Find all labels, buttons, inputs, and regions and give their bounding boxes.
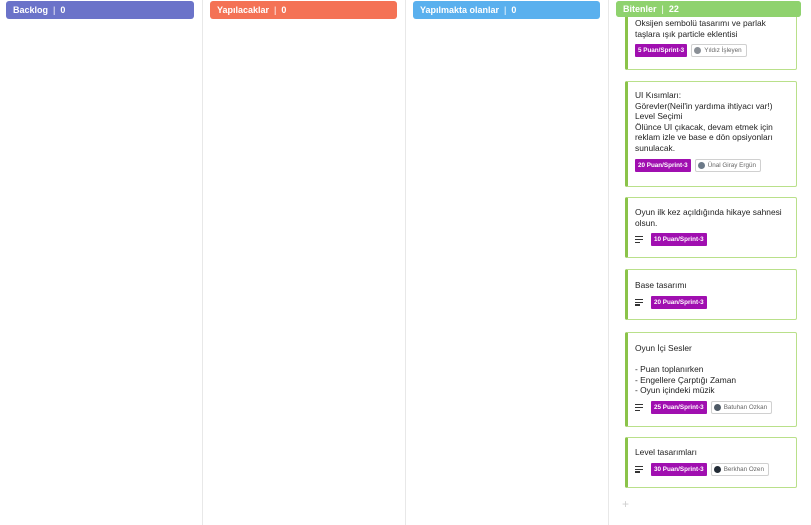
column-header-todo[interactable]: Yapılacaklar | 0 bbox=[210, 1, 397, 19]
avatar bbox=[697, 161, 705, 169]
task-card[interactable]: Oyun İçi Sesler - Puan toplanırken - Eng… bbox=[625, 332, 797, 427]
avatar bbox=[713, 403, 721, 411]
column-count: 0 bbox=[511, 5, 517, 15]
assignee-name: Berkhan Ozen bbox=[723, 465, 764, 473]
card-title: Oyun ilk kez açıldığında hikaye sahnesi … bbox=[635, 207, 782, 228]
task-card[interactable]: UI Kısımları: Görevler(Neil'in yardıma i… bbox=[625, 81, 797, 187]
points-badge: 10 Puan/Sprint-3 bbox=[651, 233, 707, 247]
points-badge: 25 Puan/Sprint-3 bbox=[651, 400, 707, 414]
card-title: Level tasarımları bbox=[635, 447, 697, 457]
points-badge: 5 Puan/Sprint-3 bbox=[635, 44, 688, 58]
assignee-chip[interactable]: Ünal Giray Ergün bbox=[694, 158, 761, 172]
column-title: Yapılacaklar bbox=[217, 5, 270, 15]
card-title: Base tasarımı bbox=[635, 280, 687, 290]
add-card-plus-icon[interactable]: + bbox=[622, 498, 629, 510]
description-icon bbox=[635, 298, 645, 307]
column-divider bbox=[608, 0, 609, 525]
assignee-name: Ünal Giray Ergün bbox=[707, 161, 756, 169]
assignee-name: Yıldız İşleyen bbox=[704, 47, 742, 55]
assignee-chip[interactable]: Berkhan Ozen bbox=[710, 462, 769, 476]
assignee-chip[interactable]: Yıldız İşleyen bbox=[691, 44, 747, 58]
assignee-chip[interactable]: Batuhan Ozkan bbox=[710, 400, 773, 414]
column-count: 22 bbox=[668, 4, 679, 14]
avatar bbox=[694, 47, 702, 55]
description-icon bbox=[635, 465, 645, 474]
column-title: Yapılmakta olanlar bbox=[420, 5, 500, 15]
task-card[interactable]: Level tasarımları 30 Puan/Sprint-3 Berkh… bbox=[625, 437, 797, 488]
column-header-done-overlay: Bitenler | 22 bbox=[616, 1, 801, 17]
avatar bbox=[713, 465, 721, 473]
column-count: 0 bbox=[60, 5, 66, 15]
card-title: Oyun İçi Sesler - Puan toplanırken - Eng… bbox=[635, 343, 737, 396]
column-header-in-progress[interactable]: Yapılmakta olanlar | 0 bbox=[413, 1, 600, 19]
description-icon bbox=[635, 403, 645, 412]
card-title: Oksijen sembolü tasarımı ve parlak taşla… bbox=[635, 18, 766, 39]
points-badge: 30 Puan/Sprint-3 bbox=[651, 462, 707, 476]
points-badge: 20 Puan/Sprint-3 bbox=[635, 158, 691, 172]
column-header-backlog[interactable]: Backlog | 0 bbox=[6, 1, 194, 19]
task-card[interactable]: Base tasarımı 20 Puan/Sprint-3 bbox=[625, 269, 797, 320]
column-count: 0 bbox=[281, 5, 287, 15]
column-divider bbox=[202, 0, 203, 525]
points-badge: 20 Puan/Sprint-3 bbox=[651, 295, 707, 309]
column-title: Bitenler bbox=[623, 4, 657, 14]
task-card[interactable]: Oyun ilk kez açıldığında hikaye sahnesi … bbox=[625, 197, 797, 258]
card-title: UI Kısımları: Görevler(Neil'in yardıma i… bbox=[635, 90, 773, 153]
column-title: Backlog bbox=[13, 5, 49, 15]
column-divider bbox=[405, 0, 406, 525]
assignee-name: Batuhan Ozkan bbox=[723, 403, 768, 411]
description-icon bbox=[635, 235, 645, 244]
